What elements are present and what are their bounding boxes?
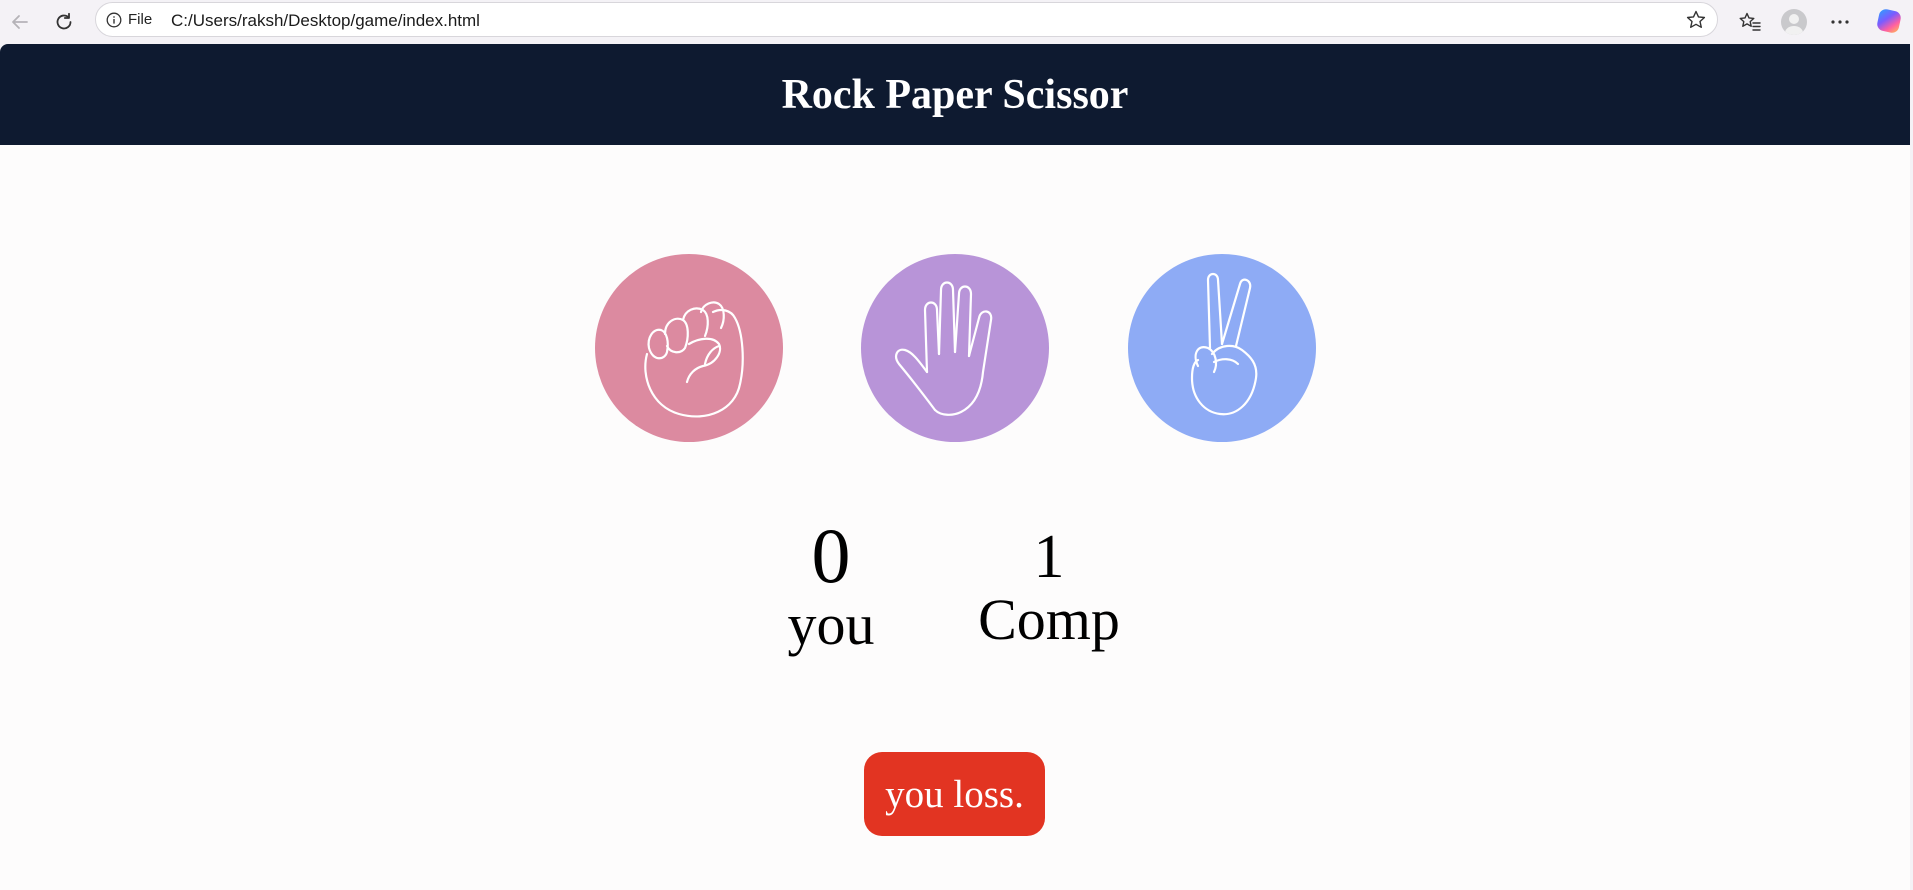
info-icon	[106, 12, 122, 27]
scissors-choice-button[interactable]	[1128, 254, 1316, 442]
browser-toolbar: File C:/Users/raksh/Desktop/game/index.h…	[0, 0, 1913, 44]
comp-score-block: 1 Comp	[968, 524, 1130, 650]
star-icon[interactable]	[1683, 7, 1709, 33]
user-score-block: 0 you	[770, 517, 892, 655]
favorites-icon[interactable]	[1734, 6, 1766, 38]
address-bar[interactable]: File C:/Users/raksh/Desktop/game/index.h…	[95, 2, 1718, 37]
refresh-icon[interactable]	[48, 6, 80, 38]
rock-fist-icon	[644, 301, 744, 418]
page-viewport: Rock Paper Scissor 0 you 1 Comp you loss…	[0, 44, 1910, 890]
file-label: File	[128, 11, 153, 28]
scissors-hand-icon	[1190, 272, 1258, 416]
user-score-label: you	[787, 592, 875, 657]
paper-choice-button[interactable]	[861, 254, 1049, 442]
comp-score-label: Comp	[978, 587, 1120, 652]
comp-score: 1	[1033, 523, 1065, 591]
copilot-icon[interactable]	[1874, 6, 1904, 36]
result-message-text: you loss.	[885, 772, 1024, 816]
rock-choice-button[interactable]	[595, 254, 783, 442]
result-message: you loss.	[864, 752, 1045, 836]
paper-hand-icon	[895, 281, 993, 416]
url-text[interactable]: C:/Users/raksh/Desktop/game/index.html	[171, 11, 480, 31]
page-title: Rock Paper Scissor	[781, 71, 1129, 118]
more-icon[interactable]	[1824, 6, 1856, 38]
page-header: Rock Paper Scissor	[0, 44, 1910, 145]
profile-avatar-icon[interactable]	[1778, 6, 1810, 38]
site-info[interactable]: File	[106, 11, 152, 28]
user-score: 0	[811, 512, 851, 599]
back-arrow-icon[interactable]	[4, 6, 36, 38]
